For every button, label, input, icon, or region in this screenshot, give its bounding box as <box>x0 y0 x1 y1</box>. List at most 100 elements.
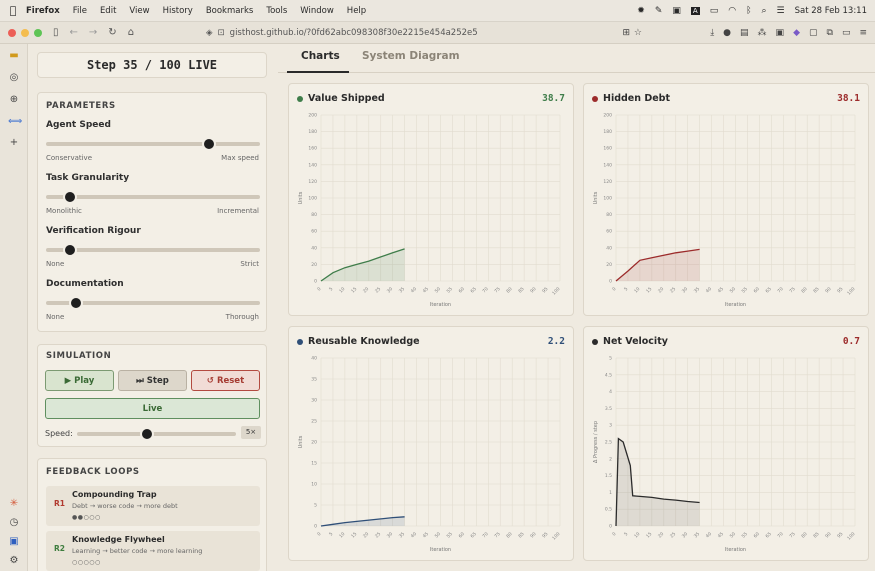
reload-icon[interactable]: ↻ <box>108 27 116 38</box>
forward-icon[interactable]: → <box>89 27 97 38</box>
slider-max-label: Incremental <box>217 207 259 215</box>
apple-icon[interactable]:  <box>0 4 26 17</box>
clipboard-icon[interactable]: ▣ <box>672 6 681 16</box>
menu-bookmarks[interactable]: Bookmarks <box>206 6 254 16</box>
menu-window[interactable]: Window <box>300 6 334 16</box>
x-tick-label: 25 <box>669 286 677 294</box>
extension-icon[interactable]: ▤ <box>740 28 749 38</box>
slider-handle[interactable] <box>201 137 216 151</box>
puzzle-icon[interactable]: ⧉ <box>827 28 833 38</box>
simulation-panel: SIMULATION ▶ Play ⏭ Step ↺ Reset Live Sp… <box>37 344 267 447</box>
y-tick-label: 25 <box>311 419 317 425</box>
view-tabs: Charts System Diagram <box>278 44 875 73</box>
speed-slider-handle[interactable] <box>139 427 154 441</box>
account-icon[interactable]: ● <box>723 28 731 38</box>
menu-view[interactable]: View <box>129 6 149 16</box>
menu-app-name[interactable]: Firefox <box>26 6 60 16</box>
x-tick-label: 0 <box>611 531 617 537</box>
battery-icon[interactable]: ▭ <box>710 6 719 16</box>
pen-icon[interactable]: ✎ <box>655 6 663 16</box>
minimize-window-button[interactable] <box>21 28 29 37</box>
y-axis-label: Δ Progress / step <box>593 421 599 463</box>
grid-icon[interactable]: ⊞ <box>622 28 630 38</box>
chart-card-net-velocity: Net Velocity 0.7 0 0.5 1 1.5 2 2.5 3 3.5 4 4.5 5 0 5… <box>583 326 869 561</box>
feedback-loop-r1[interactable]: R1 Compounding Trap Debt → worse code → … <box>46 486 260 526</box>
feedback-loop-r2[interactable]: R2 Knowledge Flywheel Learning → better … <box>46 531 260 571</box>
x-tick-label: 5 <box>328 286 334 292</box>
y-tick-label: 0 <box>314 279 317 285</box>
x-tick-label: 65 <box>469 286 477 294</box>
search-icon[interactable]: ⌕ <box>761 6 766 16</box>
slider-track[interactable] <box>46 142 260 146</box>
clock[interactable]: Sat 28 Feb 13:11 <box>795 6 867 16</box>
reset-button[interactable]: ↺ Reset <box>191 370 260 391</box>
x-axis-label: Iteration <box>725 547 746 553</box>
slider-track[interactable] <box>46 195 260 199</box>
x-tick-label: 60 <box>753 531 761 539</box>
download-icon[interactable]: ⤓ <box>710 28 714 38</box>
tab-charts[interactable]: Charts <box>301 50 340 62</box>
url-text[interactable]: gisthost.github.io/?0fd62abc098308f30e22… <box>230 28 478 38</box>
y-tick-label: 0 <box>609 524 612 530</box>
window-controls <box>8 28 42 37</box>
ext-box-icon[interactable]: ▢ <box>809 28 818 38</box>
menu-edit[interactable]: Edit <box>100 6 116 16</box>
x-tick-label: 60 <box>458 286 466 294</box>
y-tick-label: 20 <box>606 262 612 268</box>
menu-history[interactable]: History <box>163 6 193 16</box>
tab-system-diagram[interactable]: System Diagram <box>362 50 460 62</box>
slider-track[interactable] <box>46 248 260 252</box>
keyboard-a-icon[interactable]: A <box>690 7 700 15</box>
x-tick-label: 85 <box>812 531 820 539</box>
menu-icon[interactable]: ≡ <box>859 28 867 38</box>
loop-name: Knowledge Flywheel <box>72 535 165 544</box>
y-tick-label: 2.5 <box>605 440 612 446</box>
sidebar-ext-icon[interactable]: ▣ <box>8 536 20 548</box>
chart-svg: 0204060801001201401601802000 5 10 15 20 25 30 3… <box>298 113 562 309</box>
sync-icon[interactable]: ⟺ <box>8 116 22 128</box>
y-axis-label: Units <box>593 191 599 204</box>
speed-slider-track[interactable] <box>77 432 236 436</box>
home-icon[interactable]: ⌂ <box>128 27 134 38</box>
y-tick-label: 10 <box>311 482 317 488</box>
sun-icon[interactable]: ✹ <box>637 6 645 16</box>
active-tab-indicator <box>287 71 349 73</box>
apps-icon[interactable]: ⁂ <box>758 28 767 38</box>
settings-icon[interactable]: ⚙ <box>8 555 20 567</box>
slider-handle[interactable] <box>68 296 83 310</box>
live-button[interactable]: Live <box>45 398 260 419</box>
back-icon[interactable]: ← <box>70 27 78 38</box>
menu-file[interactable]: File <box>73 6 87 16</box>
bookmark-star-icon[interactable]: ☆ <box>634 28 642 38</box>
claude-icon[interactable]: ✳ <box>8 498 20 510</box>
ext-purple-icon[interactable]: ◆ <box>793 28 800 38</box>
slider-handle[interactable] <box>62 243 77 257</box>
url-bar[interactable]: ◈ ⊡ gisthost.github.io/?0fd62abc098308f3… <box>206 25 478 41</box>
add-icon[interactable]: + <box>8 137 20 149</box>
close-window-button[interactable] <box>8 28 16 37</box>
control-center-icon[interactable]: ☰ <box>777 6 785 16</box>
folder-icon[interactable]: ▬ <box>8 50 20 62</box>
history-icon[interactable]: ◷ <box>8 517 20 529</box>
wifi-icon[interactable]: ◠ <box>728 6 736 16</box>
world-icon[interactable]: ⊕ <box>8 94 20 106</box>
y-tick-label: 40 <box>606 245 612 251</box>
shield-icon[interactable]: ◈ <box>206 28 213 38</box>
step-button[interactable]: ⏭ Step <box>118 370 187 391</box>
y-tick-label: 160 <box>308 146 317 152</box>
globe-icon[interactable]: ◎ <box>8 72 20 84</box>
bluetooth-icon[interactable]: ᛒ <box>746 6 751 16</box>
mac-menu-bar:  Firefox File Edit View History Bookmar… <box>0 0 875 22</box>
loop-strength-dots: ●●○○○ <box>72 514 101 521</box>
zoom-window-button[interactable] <box>34 28 42 37</box>
ext-blue-icon[interactable]: ▣ <box>776 28 785 38</box>
play-button[interactable]: ▶ Play <box>45 370 114 391</box>
x-tick-label: 55 <box>741 531 749 539</box>
sidebar-toggle-icon[interactable]: ▯ <box>53 27 59 38</box>
menu-help[interactable]: Help <box>347 6 366 16</box>
slider-handle[interactable] <box>62 190 77 204</box>
slider-max-label: Strict <box>240 260 259 268</box>
menu-tools[interactable]: Tools <box>266 6 287 16</box>
tab-icon[interactable]: ▭ <box>842 28 851 38</box>
slider-label: Documentation <box>46 279 124 289</box>
